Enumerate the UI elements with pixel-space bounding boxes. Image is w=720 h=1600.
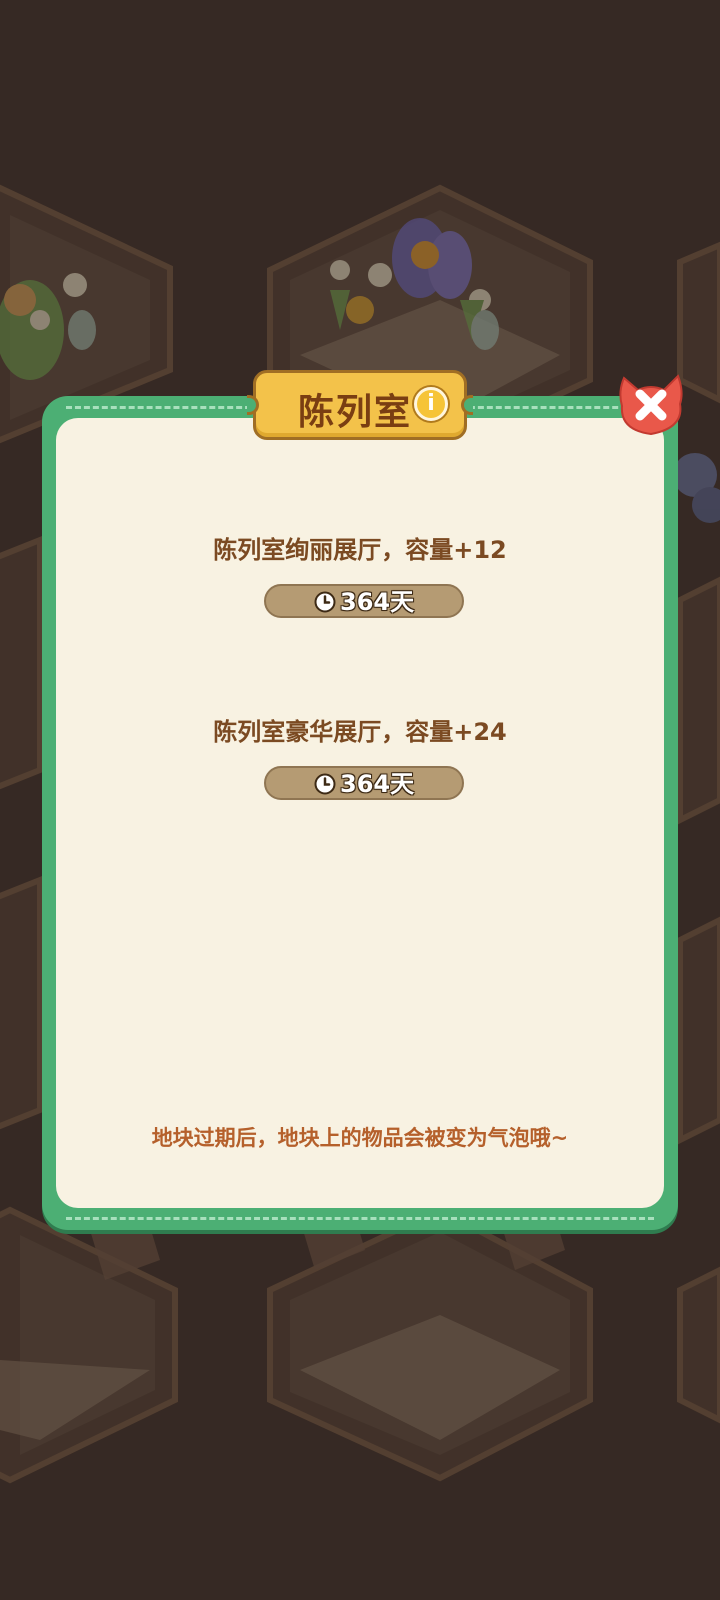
clock-icon <box>314 591 336 613</box>
game-screen: 陈列室 i 陈列室绚丽展厅，容量+12 364天 陈列室豪华展厅，容量+24 3… <box>0 0 720 1600</box>
info-icon[interactable]: i <box>414 387 448 421</box>
exhibit-room-dialog <box>42 396 678 1230</box>
duration-text: 364天 <box>340 588 415 616</box>
dialog-title: 陈列室 <box>298 392 413 433</box>
close-icon <box>619 374 683 436</box>
expiry-note: 地块过期后，地块上的物品会被变为气泡哦~ <box>151 1126 569 1150</box>
duration-badge: 364天 <box>264 584 464 618</box>
item-label: 陈列室绚丽展厅，容量+12 <box>213 536 507 564</box>
dialog-title-tab: 陈列室 i <box>247 370 473 440</box>
item-label: 陈列室豪华展厅，容量+24 <box>213 718 507 746</box>
duration-text: 364天 <box>340 770 415 798</box>
duration-badge: 364天 <box>264 766 464 800</box>
close-button[interactable] <box>614 370 688 442</box>
clock-icon <box>314 773 336 795</box>
